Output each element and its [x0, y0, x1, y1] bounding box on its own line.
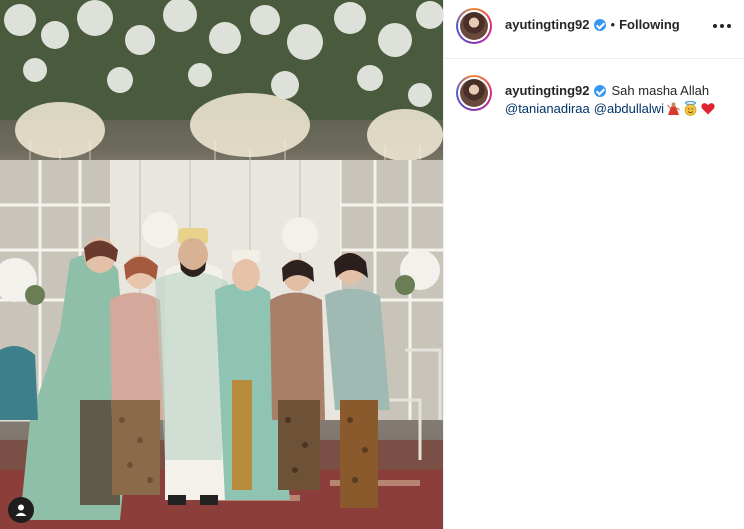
post-header: ayutingting92 • Following — [444, 0, 744, 58]
more-horizontal-icon — [713, 24, 717, 28]
wedding-photo-illustration — [0, 0, 443, 529]
header-divider — [444, 58, 744, 59]
header-separator: • — [610, 17, 616, 32]
more-options-button[interactable] — [710, 16, 734, 36]
verified-badge-icon — [593, 84, 606, 97]
post-photo[interactable] — [0, 0, 443, 529]
mention-link-tanianadiraa[interactable]: @tanianadiraa — [505, 100, 590, 117]
caption-text: Sah masha Allah — [611, 83, 710, 98]
dancer-emoji-icon — [667, 102, 680, 116]
user-tag-button[interactable] — [8, 497, 34, 523]
red-heart-emoji-icon — [701, 102, 715, 115]
smiling-face-with-halo-emoji-icon — [683, 101, 698, 116]
caption-author-avatar[interactable] — [456, 75, 492, 111]
author-username-link[interactable]: ayutingting92 — [505, 17, 590, 32]
user-tag-icon — [15, 504, 27, 516]
author-avatar[interactable] — [456, 8, 492, 44]
caption-username-link[interactable]: ayutingting92 — [505, 82, 590, 99]
panel-divider — [443, 0, 444, 529]
mention-link-abdullalwi[interactable]: @abdullalwi — [594, 100, 664, 117]
following-button[interactable]: Following — [619, 17, 680, 32]
verified-badge-icon — [593, 18, 606, 31]
